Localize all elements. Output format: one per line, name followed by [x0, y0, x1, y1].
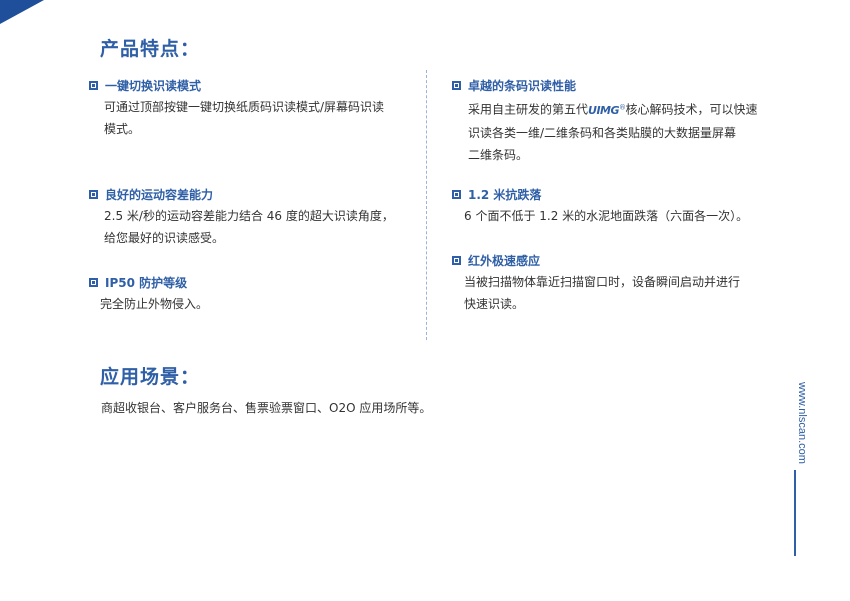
feature-motion-tolerance: 良好的运动容差能力 2.5 米/秒的运动容差能力结合 46 度的超大识读角度， … — [89, 186, 394, 249]
feature-title: IP50 防护等级 — [105, 275, 188, 290]
bullet-icon — [89, 277, 98, 287]
feature-title: 卓越的条码识读性能 — [468, 78, 577, 93]
feature-desc-line: 识读各类一维/二维条码和各类贴膜的大数据量屏幕 — [468, 125, 737, 140]
feature-desc-line: 采用自主研发的第五代UIMG®核心解码技术，可以快速 — [468, 96, 758, 122]
corner-decoration — [0, 0, 44, 24]
site-url: www.nlscan.com — [796, 382, 808, 464]
desc-text: 采用自主研发的第五代 — [468, 102, 589, 117]
feature-ir-sensing: 红外极速感应 当被扫描物体靠近扫描窗口时，设备瞬间启动并进行 快速识读。 — [452, 252, 740, 315]
application-title: 应用场景： — [100, 366, 201, 388]
desc-text: 核心解码技术，可以快速 — [625, 102, 758, 117]
side-accent-line — [794, 470, 796, 556]
feature-desc-line: 2.5 米/秒的运动容差能力结合 46 度的超大识读角度， — [104, 209, 394, 223]
bullet-icon — [452, 255, 461, 265]
uimg-logo: UIMG® — [588, 103, 626, 117]
uimg-logo-text: UIMG — [588, 103, 620, 117]
bullet-icon — [89, 189, 98, 199]
application-text: 商超收银台、客户服务台、售票验票窗口、O2O 应用场所等。 — [101, 401, 432, 415]
feature-title: 一键切换识读模式 — [105, 78, 202, 93]
feature-title: 良好的运动容差能力 — [105, 187, 214, 202]
feature-desc-line: 模式。 — [104, 122, 141, 136]
features-title: 产品特点： — [100, 38, 201, 60]
feature-drop-resistance: 1.2 米抗跌落 6 个面不低于 1.2 米的水泥地面跌落（六面各一次）。 — [452, 186, 748, 227]
feature-desc-line: 当被扫描物体靠近扫描窗口时，设备瞬间启动并进行 — [464, 275, 741, 289]
feature-desc-line: 快速识读。 — [464, 297, 525, 311]
column-divider — [426, 70, 427, 340]
feature-title: 1.2 米抗跌落 — [468, 187, 542, 202]
feature-desc-line: 给您最好的识读感受。 — [104, 231, 225, 245]
feature-one-key-switch: 一键切换识读模式 可通过顶部按键一键切换纸质码识读模式/屏幕码识读 模式。 — [89, 77, 384, 140]
bullet-icon — [452, 80, 461, 90]
feature-desc-line: 6 个面不低于 1.2 米的水泥地面跌落（六面各一次）。 — [464, 209, 749, 223]
feature-decoding-performance: 卓越的条码识读性能 采用自主研发的第五代UIMG®核心解码技术，可以快速 识读各… — [452, 77, 758, 166]
feature-desc-line: 可通过顶部按键一键切换纸质码识读模式/屏幕码识读 — [104, 100, 385, 114]
feature-desc-line: 完全防止外物侵入。 — [100, 297, 209, 311]
feature-ip50: IP50 防护等级 完全防止外物侵入。 — [89, 274, 208, 315]
bullet-icon — [452, 189, 461, 199]
bullet-icon — [89, 80, 98, 90]
feature-title: 红外极速感应 — [468, 253, 541, 268]
feature-desc-line: 二维条码。 — [468, 147, 529, 162]
